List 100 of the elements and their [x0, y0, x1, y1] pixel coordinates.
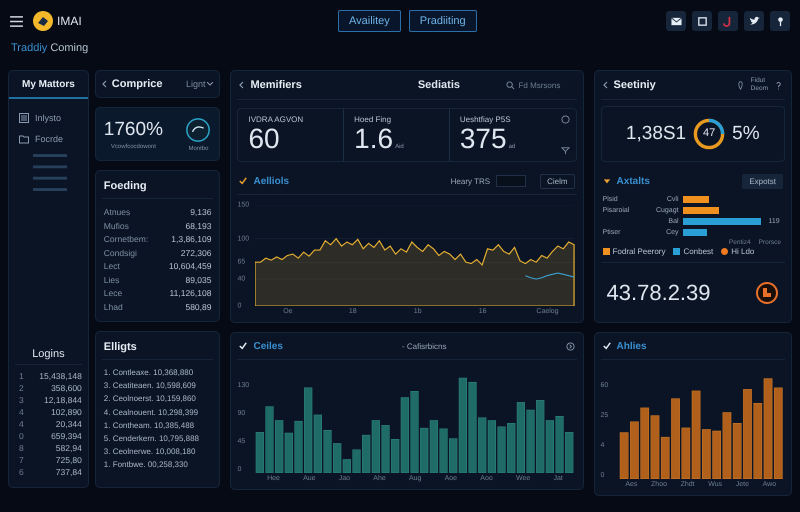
section-title: Ceiles	[253, 340, 283, 352]
panel-title: Comprice	[112, 78, 163, 90]
panel-title: Seetiniy	[614, 79, 656, 91]
bar	[526, 410, 536, 473]
sidebar-item[interactable]: Inlysto	[35, 113, 62, 123]
list-item: 1. Fontbwe. 00,258,330	[104, 459, 189, 471]
bar	[372, 420, 380, 473]
list-item: 3. Ceatiteaen. 10,598,609	[104, 380, 197, 392]
row-label: Lies	[104, 274, 120, 286]
dropdown[interactable]: Lignt	[186, 79, 214, 89]
sidebar-tab[interactable]: My Mattors	[9, 71, 88, 99]
row-label: Lhad	[104, 300, 123, 313]
bar	[619, 432, 628, 479]
bird-button[interactable]	[744, 11, 764, 31]
bar	[566, 432, 574, 473]
bar	[430, 420, 438, 473]
filter-icon[interactable]	[560, 146, 570, 155]
filter-label: Heary TRS	[450, 176, 490, 186]
panel-subtitle: Sediatis	[418, 79, 460, 91]
nav-button[interactable]: Pradiiting	[408, 10, 477, 32]
sidebar-item[interactable]: Focrde	[35, 134, 64, 144]
login-value: 358,600	[51, 383, 82, 393]
kpi-value: 1,38S1	[626, 123, 686, 145]
apply-button[interactable]: Cielm	[540, 174, 575, 188]
bar	[508, 423, 516, 473]
list-item: 3. Ceolnerwe. 10,008,180	[104, 446, 196, 458]
rank-number: 1	[19, 371, 24, 381]
rank-number: 2	[19, 383, 24, 393]
list-item: 4. Cealnouent. 10,298,399	[104, 406, 200, 418]
rank-number: 4	[19, 419, 24, 429]
login-value: 725,80	[56, 455, 82, 465]
logo-icon	[33, 11, 53, 31]
rank-number: 6	[19, 467, 24, 477]
pin-button[interactable]	[770, 11, 790, 31]
refresh-icon[interactable]	[566, 342, 575, 350]
info-icon[interactable]	[560, 115, 570, 124]
section-title: Axtalts	[616, 176, 650, 186]
bar	[630, 421, 638, 479]
list-item: 1. Contleaxe. 10,368,880	[104, 367, 194, 378]
row-label: Lece	[104, 287, 122, 300]
stat-value: 60	[248, 124, 280, 154]
nav-button[interactable]: Availitey	[338, 10, 401, 32]
row-value: 9,136	[190, 206, 212, 218]
export-button[interactable]: Expotst	[742, 174, 783, 188]
login-value: 102,890	[51, 407, 82, 417]
mail-icon	[670, 16, 682, 26]
menu-icon[interactable]	[10, 16, 23, 26]
legend-label: Conbest	[683, 247, 714, 256]
bird-icon	[748, 16, 760, 26]
rank-number: 3	[19, 395, 24, 405]
folder-icon	[19, 134, 29, 144]
bar	[546, 420, 554, 473]
address-value: 43.78.2.39	[606, 280, 711, 306]
bar	[285, 432, 294, 473]
login-value: 12,18,844	[44, 395, 82, 405]
row-value: 10,604,459	[168, 260, 212, 272]
row-value: 89,035	[185, 274, 212, 286]
login-value: 659,394	[51, 431, 82, 441]
back-icon[interactable]	[239, 81, 244, 89]
legend-label: Fodral Peerory	[612, 247, 666, 256]
row-value: 580,89	[185, 300, 212, 313]
stat-value: 375	[460, 124, 507, 154]
row-value: 11,126,108	[170, 287, 212, 300]
stat-label: IVDRA AGVON	[248, 115, 304, 124]
rank-number: 4	[19, 407, 24, 417]
back-icon[interactable]	[102, 80, 107, 88]
filter-field[interactable]	[496, 175, 526, 187]
bar	[488, 420, 496, 473]
caret-icon	[602, 177, 611, 185]
logo-text: IMAI	[57, 14, 82, 28]
login-value: 15,438,148	[39, 371, 82, 381]
pin-icon[interactable]	[736, 80, 745, 90]
rank-number: 0	[19, 431, 24, 441]
row-value: 1,3,86,109	[171, 233, 212, 246]
row-value: 272,306	[180, 246, 212, 259]
help-icon[interactable]	[774, 80, 783, 90]
list-item: 2. Ceolnoerst. 10,159,860	[104, 393, 197, 405]
bar	[498, 426, 506, 473]
page-subtitle: Traddiy Coming	[11, 42, 88, 54]
row-value: 68,193	[185, 220, 212, 232]
login-value: 737,84	[56, 467, 82, 477]
kpi-value: 1760%	[104, 118, 163, 140]
back-icon[interactable]	[602, 81, 608, 89]
check-icon	[239, 342, 248, 350]
bar	[517, 402, 526, 473]
section-title: Ahlies	[616, 340, 647, 352]
login-value: 582,94	[56, 443, 82, 453]
row-label: Cornetbem:	[104, 233, 148, 246]
list-item: 5. Cenderkern. 10,795,888	[104, 433, 200, 444]
list-item: 1. Contheam. 10,385,488	[104, 420, 196, 432]
bar	[440, 428, 448, 473]
search-field[interactable]: Fd Msrsons	[506, 80, 575, 90]
bar	[722, 412, 731, 479]
section-title: Logins	[15, 348, 82, 365]
panel-title: Memifiers	[250, 79, 302, 91]
stat-label: Hoed Fing	[354, 115, 392, 124]
mail-button[interactable]	[666, 11, 686, 31]
donut-value: 47	[702, 127, 716, 139]
rank-number: 8	[19, 443, 24, 453]
square-button[interactable]	[692, 11, 712, 31]
